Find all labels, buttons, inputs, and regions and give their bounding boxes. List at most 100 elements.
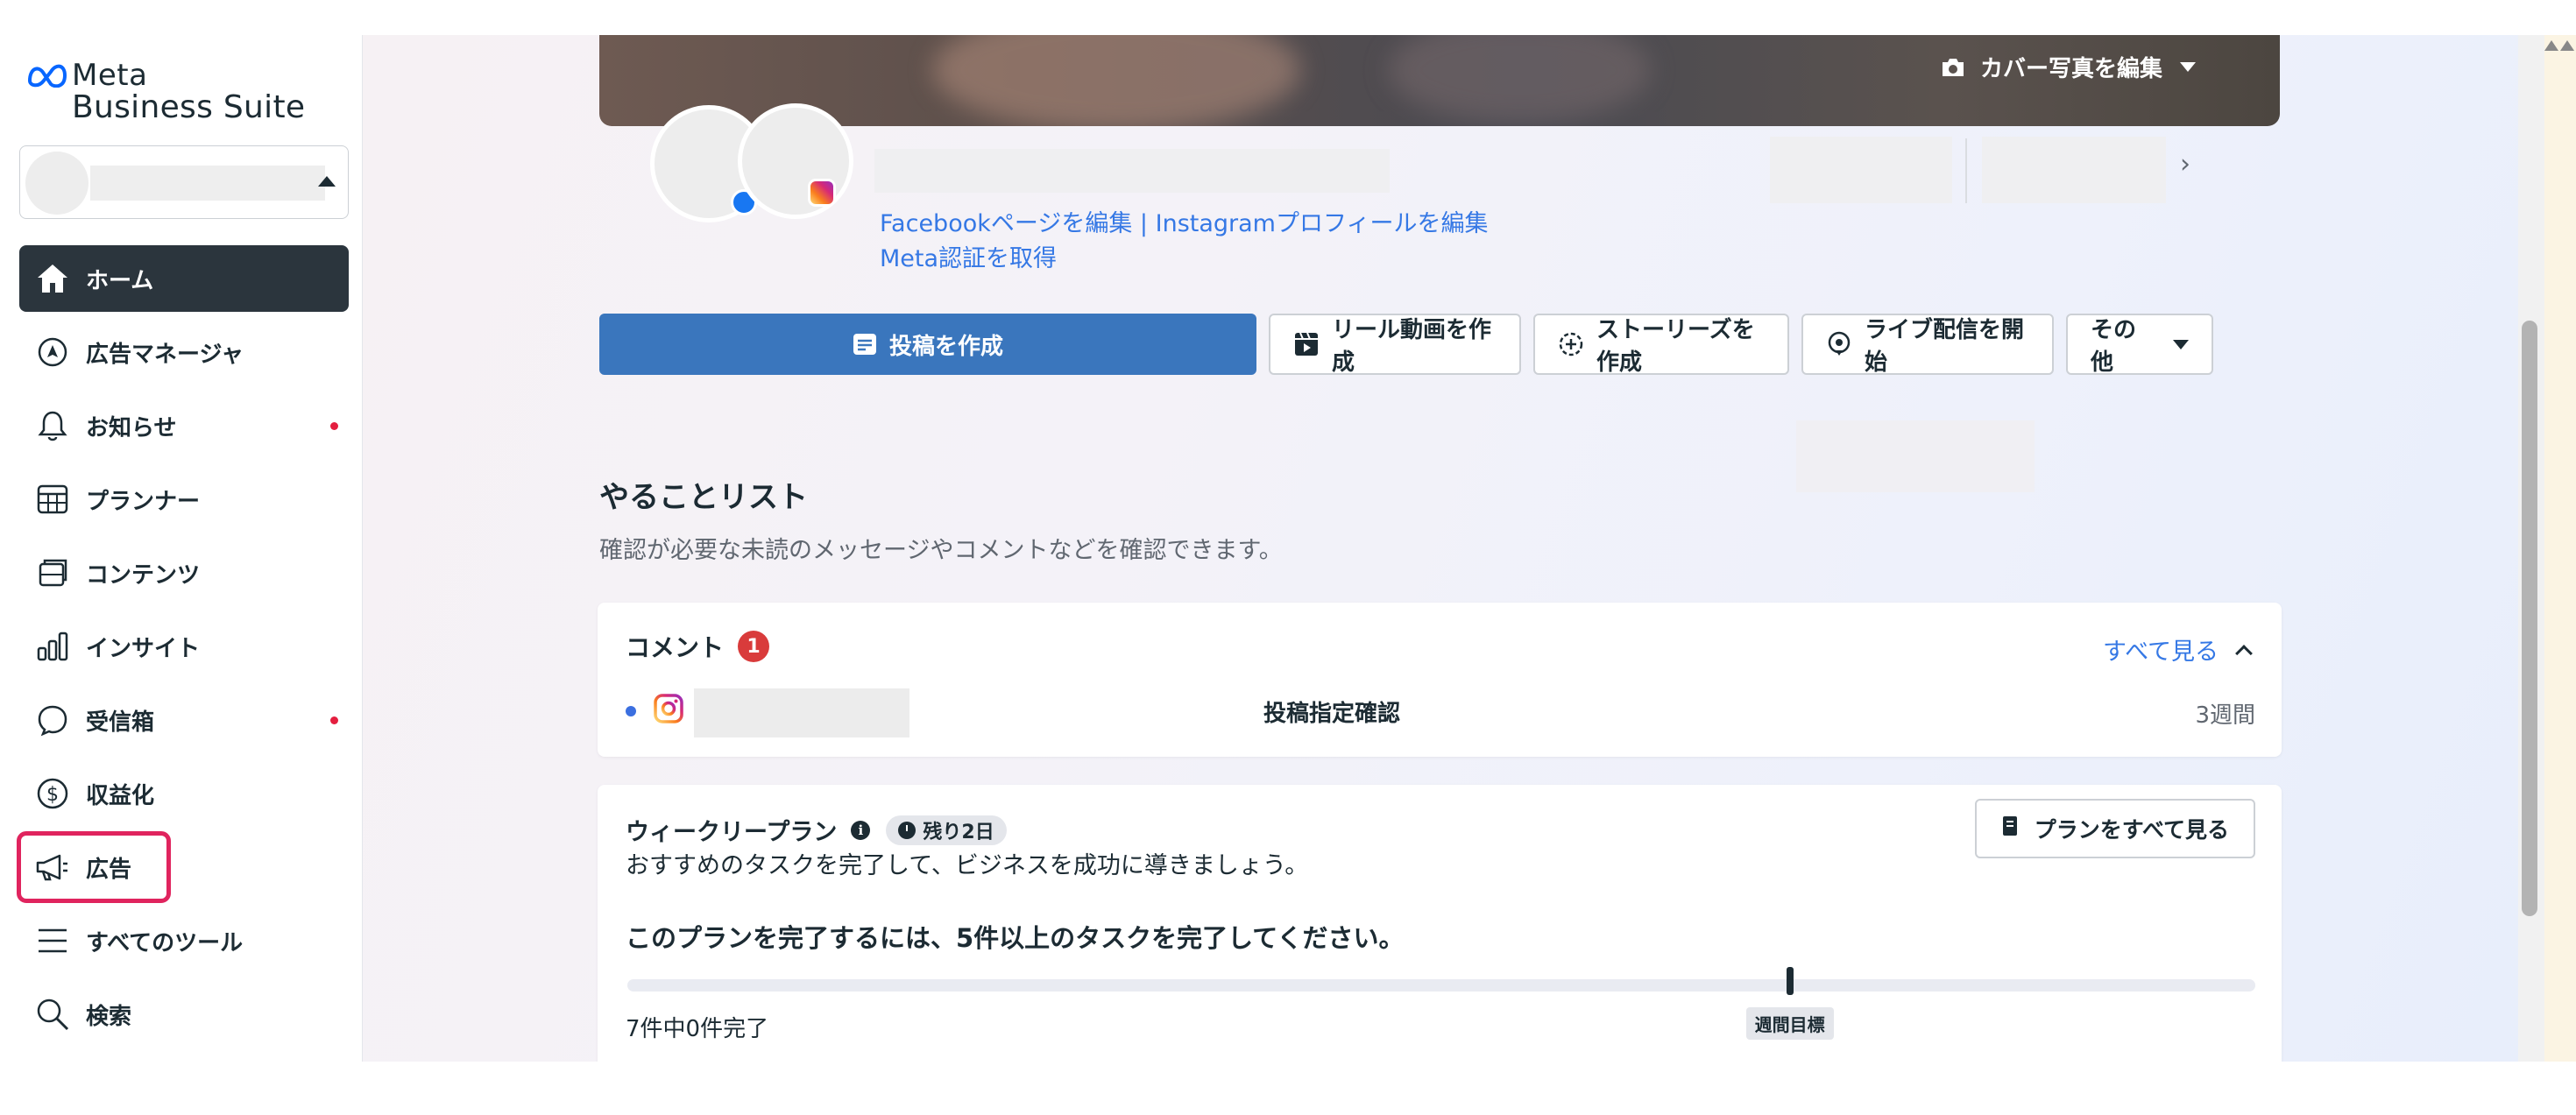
meta-business-suite-logo[interactable]: Meta Business Suite (26, 58, 342, 128)
sidebar-item-insights[interactable]: インサイト (19, 613, 349, 680)
camera-icon (1942, 58, 1964, 76)
weekly-plan-header: ウィークリープラン i 残り2日 (626, 813, 1007, 847)
sidebar-item-ads[interactable]: 広告 (17, 831, 171, 903)
comments-card: コメント 1 すべて見る 投稿指定確認 3週間 (598, 603, 2282, 757)
sidebar-item-planner[interactable]: プランナー (19, 466, 349, 533)
bell-icon (35, 408, 70, 443)
get-meta-verified-link[interactable]: Meta認証を取得 (880, 245, 1057, 272)
edit-facebook-page-link[interactable]: Facebookページを編集 (880, 210, 1132, 237)
brand-meta: Meta (72, 58, 148, 93)
instagram-profile-avatar[interactable] (738, 103, 853, 219)
link-separator: | (1139, 210, 1149, 237)
create-post-label: 投稿を作成 (888, 333, 1003, 360)
weekly-progress-text: 7件中0件完了 (626, 1016, 769, 1042)
sidebar-nav: ホーム 広告マネージャ お知らせ プランナー コンテンツ インサイト 受信箱 $… (17, 245, 349, 1055)
commenter-name-redacted (694, 688, 909, 737)
comments-title: コメント (626, 633, 725, 662)
sidebar-item-content[interactable]: コンテンツ (19, 540, 349, 606)
sidebar-item-label: すべてのツール (86, 929, 244, 956)
brand-business-suite: Business Suite (72, 89, 306, 125)
sidebar-item-label: 受信箱 (86, 709, 155, 736)
story-icon (1558, 331, 1584, 357)
page-name-redacted (874, 149, 1390, 193)
edit-cover-photo-button[interactable]: カバー写真を編集 (1940, 51, 2196, 83)
weekly-plan-goal-text: このプランを完了するには、5件以上のタスクを完了してください。 (626, 923, 1405, 953)
sidebar-item-ads-manager[interactable]: 広告マネージャ (19, 319, 349, 385)
time-remaining-badge: 残り2日 (886, 815, 1007, 845)
sidebar-item-home[interactable]: ホーム (19, 245, 349, 312)
sidebar-item-notifications[interactable]: お知らせ (19, 392, 349, 459)
caret-up-icon (318, 176, 336, 187)
comments-header: コメント 1 (626, 629, 770, 664)
comment-text[interactable]: 投稿指定確認 (1263, 695, 1400, 728)
action-bar: 投稿を作成 リール動画を作成 ストーリーズを作成 ライブ配信を開始 その他 (599, 314, 2226, 376)
live-icon (1826, 331, 1852, 357)
weekly-goal-label: 週間目標 (1745, 1007, 1834, 1040)
sidebar-item-label: 検索 (86, 1003, 132, 1030)
search-icon (35, 997, 70, 1032)
dollar-icon: $ (35, 776, 70, 811)
megaphone-icon (35, 850, 70, 885)
edit-cover-label: カバー写真を編集 (1979, 56, 2162, 82)
sidebar-item-label: お知らせ (86, 414, 177, 441)
notification-dot (330, 422, 338, 430)
cover-photo-blur (1388, 35, 1651, 123)
weekly-plan-title: ウィークリープラン (626, 819, 838, 846)
inbox-icon (35, 702, 70, 737)
sidebar-item-monetization[interactable]: $ 収益化 (19, 760, 349, 827)
sidebar-item-label: インサイト (86, 635, 201, 662)
comment-time: 3週間 (2195, 702, 2255, 729)
ads-manager-icon (35, 335, 70, 370)
sidebar-item-label: 広告マネージャ (86, 341, 244, 368)
reel-icon (1293, 331, 1320, 357)
weekly-progress-bar (627, 979, 2255, 992)
more-label: その他 (2091, 317, 2137, 376)
notification-dot (330, 716, 338, 724)
stat-divider (1965, 138, 1967, 203)
post-icon (853, 333, 877, 356)
chevron-up-icon (2235, 644, 2253, 662)
sidebar-item-search[interactable]: 検索 (19, 981, 349, 1048)
info-icon[interactable]: i (851, 820, 871, 840)
instagram-icon (654, 694, 683, 723)
see-all-comments-link[interactable]: すべて見る (2102, 632, 2253, 667)
see-all-plans-label: プランをすべて見る (2034, 817, 2229, 843)
unread-dot (626, 706, 636, 716)
cover-photo-blur (932, 35, 1300, 126)
scroll-up-arrow-icon[interactable] (2544, 40, 2558, 51)
clock-icon (898, 821, 916, 839)
sidebar-item-inbox[interactable]: 受信箱 (19, 687, 349, 753)
go-live-button[interactable]: ライブ配信を開始 (1801, 314, 2054, 376)
account-name-redacted (90, 166, 325, 201)
edit-instagram-profile-link[interactable]: Instagramプロフィールを編集 (1156, 210, 1489, 237)
scrollbar-thumb[interactable] (2522, 321, 2537, 916)
placeholder-block (1796, 420, 2035, 492)
more-button[interactable]: その他 (2066, 314, 2213, 376)
weekly-goal-marker (1786, 967, 1794, 995)
scroll-up-arrow-icon[interactable] (2560, 40, 2574, 51)
create-story-button[interactable]: ストーリーズを作成 (1533, 314, 1789, 376)
page-stat-redacted (1770, 137, 1952, 203)
vertical-scrollbar[interactable] (2518, 35, 2544, 1062)
app-window: Meta Business Suite ホーム 広告マネージャ お知らせ プラン… (0, 35, 2576, 1062)
meta-infinity-icon (27, 64, 67, 88)
create-post-button[interactable]: 投稿を作成 (599, 314, 1256, 375)
sidebar-item-label: 収益化 (86, 782, 155, 809)
profile-links: Facebookページを編集 | Instagramプロフィールを編集 Meta… (880, 207, 1488, 277)
weekly-plan-card: ウィークリープラン i 残り2日 おすすめのタスクを完了して、ビジネスを成功に導… (598, 785, 2282, 1062)
create-reel-button[interactable]: リール動画を作成 (1269, 314, 1521, 376)
page-stat-redacted (1982, 137, 2166, 203)
see-all-label: すべて見る (2102, 639, 2219, 666)
main-content: カバー写真を編集 › Facebookページを編集 | Instagramプロフ… (363, 35, 2518, 1062)
sidebar: Meta Business Suite ホーム 広告マネージャ お知らせ プラン… (0, 35, 363, 1062)
sidebar-item-label: コンテンツ (86, 561, 201, 589)
create-reel-label: リール動画を作成 (1332, 317, 1492, 376)
see-all-plans-button[interactable]: プランをすべて見る (1974, 799, 2255, 858)
account-switcher[interactable] (19, 145, 349, 219)
chevron-right-icon[interactable]: › (2180, 149, 2190, 180)
sidebar-item-all-tools[interactable]: すべてのツール (19, 907, 349, 974)
top-strip (0, 0, 2576, 35)
insights-icon (35, 629, 70, 664)
content-icon (35, 555, 70, 590)
sidebar-item-label: ホーム (86, 267, 154, 294)
